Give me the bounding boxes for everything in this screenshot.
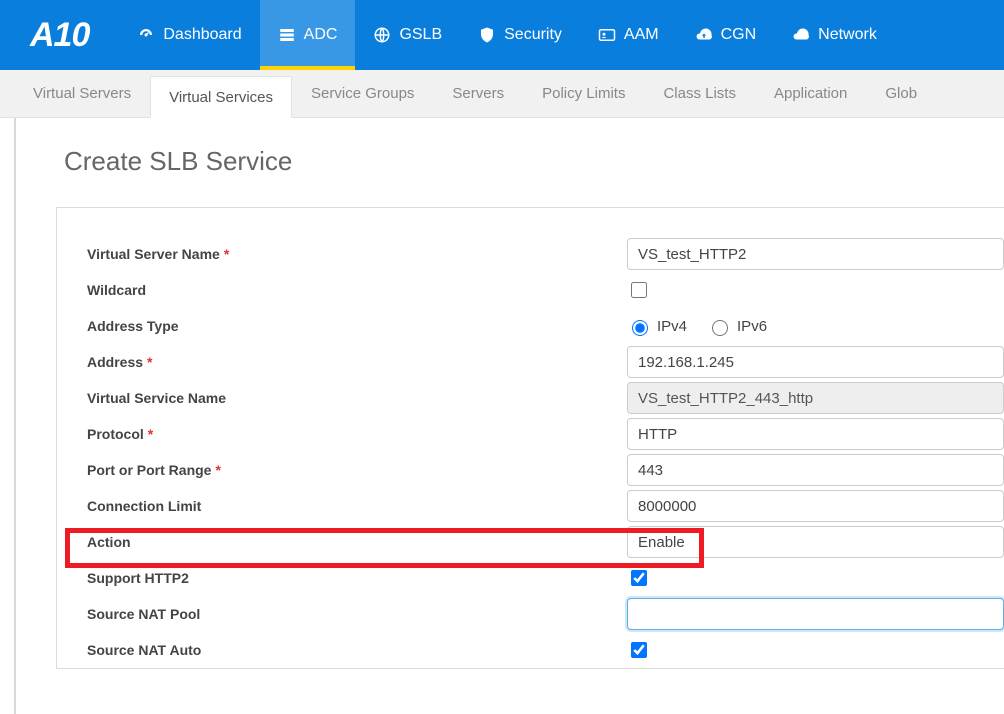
- nav-gslb[interactable]: GSLB: [355, 0, 460, 70]
- sub-tabs: Virtual Servers Virtual Services Service…: [0, 70, 1004, 118]
- nav-gslb-label: GSLB: [399, 26, 442, 44]
- cloudout-icon: [695, 26, 713, 44]
- address-type-ipv4[interactable]: IPv4: [627, 317, 687, 336]
- label-source-nat-auto: Source NAT Auto: [87, 642, 627, 658]
- tab-virtual-servers[interactable]: Virtual Servers: [14, 70, 150, 117]
- nav-aam-label: AAM: [624, 26, 659, 44]
- support-http2-checkbox[interactable]: [631, 570, 647, 586]
- row-support-http2: Support HTTP2: [57, 560, 1004, 596]
- required-marker: *: [147, 354, 152, 370]
- form-panel: Virtual Server Name* Wildcard Address Ty…: [56, 207, 1004, 669]
- nav-aam[interactable]: AAM: [580, 0, 677, 70]
- nav-cgn-label: CGN: [721, 26, 757, 44]
- row-virtual-server-name: Virtual Server Name*: [57, 236, 1004, 272]
- label-virtual-service-name: Virtual Service Name: [87, 390, 627, 406]
- tab-policy-limits-label: Policy Limits: [542, 85, 625, 102]
- shield-icon: [478, 26, 496, 44]
- address-input[interactable]: [627, 346, 1004, 378]
- row-address-type: Address Type IPv4 IPv6: [57, 308, 1004, 344]
- row-protocol: Protocol* HTTP: [57, 416, 1004, 452]
- connection-limit-input[interactable]: [627, 490, 1004, 522]
- page-body: Create SLB Service Virtual Server Name* …: [14, 118, 1004, 714]
- virtual-server-name-input[interactable]: [627, 238, 1004, 270]
- row-source-nat-auto: Source NAT Auto: [57, 632, 1004, 668]
- row-connection-limit: Connection Limit: [57, 488, 1004, 524]
- port-input[interactable]: [627, 454, 1004, 486]
- row-address: Address*: [57, 344, 1004, 380]
- address-type-ipv6[interactable]: IPv6: [707, 317, 767, 336]
- tab-policy-limits[interactable]: Policy Limits: [523, 70, 644, 117]
- tab-global-label: Glob: [885, 85, 917, 102]
- cloud-icon: [792, 26, 810, 44]
- tab-class-lists-label: Class Lists: [663, 85, 736, 102]
- tab-class-lists[interactable]: Class Lists: [644, 70, 755, 117]
- nav-adc-label: ADC: [304, 26, 338, 44]
- label-address: Address*: [87, 354, 627, 370]
- label-wildcard: Wildcard: [87, 282, 627, 298]
- idcard-icon: [598, 26, 616, 44]
- ipv4-radio-label: IPv4: [657, 318, 687, 335]
- label-connection-limit: Connection Limit: [87, 498, 627, 514]
- label-protocol: Protocol*: [87, 426, 627, 442]
- nav-adc[interactable]: ADC: [260, 0, 356, 70]
- globe-icon: [373, 26, 391, 44]
- page-title: Create SLB Service: [36, 136, 1004, 207]
- required-marker: *: [215, 462, 220, 478]
- nav-network[interactable]: Network: [774, 0, 895, 70]
- virtual-service-name-input: [627, 382, 1004, 414]
- stack-icon: [278, 26, 296, 44]
- row-port: Port or Port Range*: [57, 452, 1004, 488]
- row-source-nat-pool: Source NAT Pool: [57, 596, 1004, 632]
- label-source-nat-pool: Source NAT Pool: [87, 606, 627, 622]
- protocol-select[interactable]: HTTP: [627, 418, 1004, 450]
- action-select[interactable]: Enable: [627, 526, 1004, 558]
- ipv6-radio[interactable]: [712, 320, 728, 336]
- nav-security[interactable]: Security: [460, 0, 580, 70]
- required-marker: *: [148, 426, 153, 442]
- row-virtual-service-name: Virtual Service Name: [57, 380, 1004, 416]
- ipv4-radio[interactable]: [632, 320, 648, 336]
- top-nav: A10 Dashboard ADC GSLB Security AAM CGN …: [0, 0, 1004, 70]
- tab-global[interactable]: Glob: [866, 70, 936, 117]
- brand-logo: A10: [0, 0, 119, 70]
- tab-service-groups-label: Service Groups: [311, 85, 414, 102]
- label-port: Port or Port Range*: [87, 462, 627, 478]
- row-action: Action Enable: [57, 524, 1004, 560]
- nav-dashboard[interactable]: Dashboard: [119, 0, 259, 70]
- ipv6-radio-label: IPv6: [737, 318, 767, 335]
- tab-servers-label: Servers: [452, 85, 504, 102]
- label-virtual-server-name: Virtual Server Name*: [87, 246, 627, 262]
- tab-virtual-services-label: Virtual Services: [169, 89, 273, 106]
- label-address-type: Address Type: [87, 318, 627, 334]
- gauge-icon: [137, 26, 155, 44]
- nav-dashboard-label: Dashboard: [163, 26, 241, 44]
- nav-cgn[interactable]: CGN: [677, 0, 775, 70]
- tab-virtual-services[interactable]: Virtual Services: [150, 76, 292, 118]
- nav-security-label: Security: [504, 26, 562, 44]
- tab-application-label: Application: [774, 85, 847, 102]
- wildcard-checkbox[interactable]: [631, 282, 647, 298]
- brand-logo-text: A10: [30, 16, 89, 55]
- label-support-http2: Support HTTP2: [87, 570, 627, 586]
- tab-service-groups[interactable]: Service Groups: [292, 70, 433, 117]
- tab-application[interactable]: Application: [755, 70, 866, 117]
- source-nat-pool-select[interactable]: [627, 598, 1004, 630]
- tab-servers[interactable]: Servers: [433, 70, 523, 117]
- source-nat-auto-checkbox[interactable]: [631, 642, 647, 658]
- tab-virtual-servers-label: Virtual Servers: [33, 85, 131, 102]
- row-wildcard: Wildcard: [57, 272, 1004, 308]
- required-marker: *: [224, 246, 229, 262]
- nav-network-label: Network: [818, 26, 877, 44]
- label-action: Action: [87, 534, 627, 550]
